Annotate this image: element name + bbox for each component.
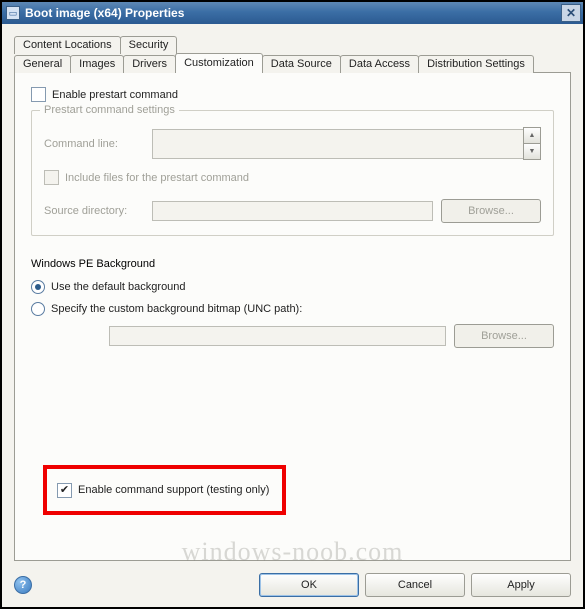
ok-button[interactable]: OK — [259, 573, 359, 597]
tab-pane-customization: Enable prestart command Prestart command… — [14, 72, 571, 561]
source-dir-row: Source directory: Browse... — [44, 199, 541, 223]
bg-path-textbox — [109, 326, 446, 346]
source-dir-textbox — [152, 201, 433, 221]
source-dir-browse-button: Browse... — [441, 199, 541, 223]
command-line-row: Command line: ▲ ▼ — [44, 127, 541, 160]
highlight-box: ✔ Enable command support (testing only) — [43, 465, 286, 515]
enable-prestart-checkbox[interactable] — [31, 87, 46, 102]
button-bar: ? OK Cancel Apply — [2, 565, 583, 607]
enable-prestart-label: Enable prestart command — [52, 89, 178, 101]
pe-bg-title: Windows PE Background — [31, 258, 554, 270]
radio-default[interactable] — [31, 280, 45, 294]
client-area: Content Locations Security General Image… — [2, 24, 583, 565]
tab-row-1: Content Locations Security — [14, 34, 571, 54]
enable-cmd-support-label: Enable command support (testing only) — [78, 484, 269, 496]
radio-custom-label: Specify the custom background bitmap (UN… — [51, 303, 302, 315]
radio-custom[interactable] — [31, 302, 45, 316]
tab-content-locations[interactable]: Content Locations — [14, 36, 121, 54]
help-icon[interactable]: ? — [14, 576, 32, 594]
tab-row-2: General Images Drivers Customization Dat… — [14, 53, 571, 73]
cancel-button[interactable]: Cancel — [365, 573, 465, 597]
prestart-legend: Prestart command settings — [40, 104, 179, 116]
close-button[interactable]: ✕ — [561, 4, 581, 22]
tab-data-access[interactable]: Data Access — [340, 55, 419, 73]
titlebar: ▭ Boot image (x64) Properties ✕ — [2, 2, 583, 24]
tab-images[interactable]: Images — [70, 55, 124, 73]
spin-down-icon: ▼ — [523, 143, 541, 160]
tab-drivers[interactable]: Drivers — [123, 55, 176, 73]
spin-up-icon: ▲ — [523, 127, 541, 144]
include-files-checkbox — [44, 170, 59, 185]
radio-custom-row: Specify the custom background bitmap (UN… — [31, 302, 554, 316]
command-line-label: Command line: — [44, 138, 152, 150]
tab-data-source[interactable]: Data Source — [262, 55, 341, 73]
tab-general[interactable]: General — [14, 55, 71, 73]
include-files-label: Include files for the prestart command — [65, 172, 249, 184]
enable-prestart-row: Enable prestart command — [31, 87, 554, 102]
window-icon: ▭ — [6, 6, 20, 20]
window-title: Boot image (x64) Properties — [25, 6, 561, 20]
radio-default-row: Use the default background — [31, 280, 554, 294]
radio-default-label: Use the default background — [51, 281, 186, 293]
prestart-groupbox: Prestart command settings Command line: … — [31, 110, 554, 236]
tab-customization[interactable]: Customization — [175, 53, 263, 73]
command-line-spin: ▲ ▼ — [523, 127, 541, 160]
include-files-row: Include files for the prestart command — [44, 170, 541, 185]
command-line-textbox — [152, 129, 524, 159]
enable-cmd-support-checkbox[interactable]: ✔ — [57, 483, 72, 498]
bg-browse-button: Browse... — [454, 324, 554, 348]
tab-distribution-settings[interactable]: Distribution Settings — [418, 55, 534, 73]
source-dir-label: Source directory: — [44, 205, 152, 217]
properties-dialog: ▭ Boot image (x64) Properties ✕ Content … — [0, 0, 585, 609]
tab-security[interactable]: Security — [120, 36, 178, 54]
apply-button[interactable]: Apply — [471, 573, 571, 597]
bg-path-row: Browse... — [109, 324, 554, 348]
